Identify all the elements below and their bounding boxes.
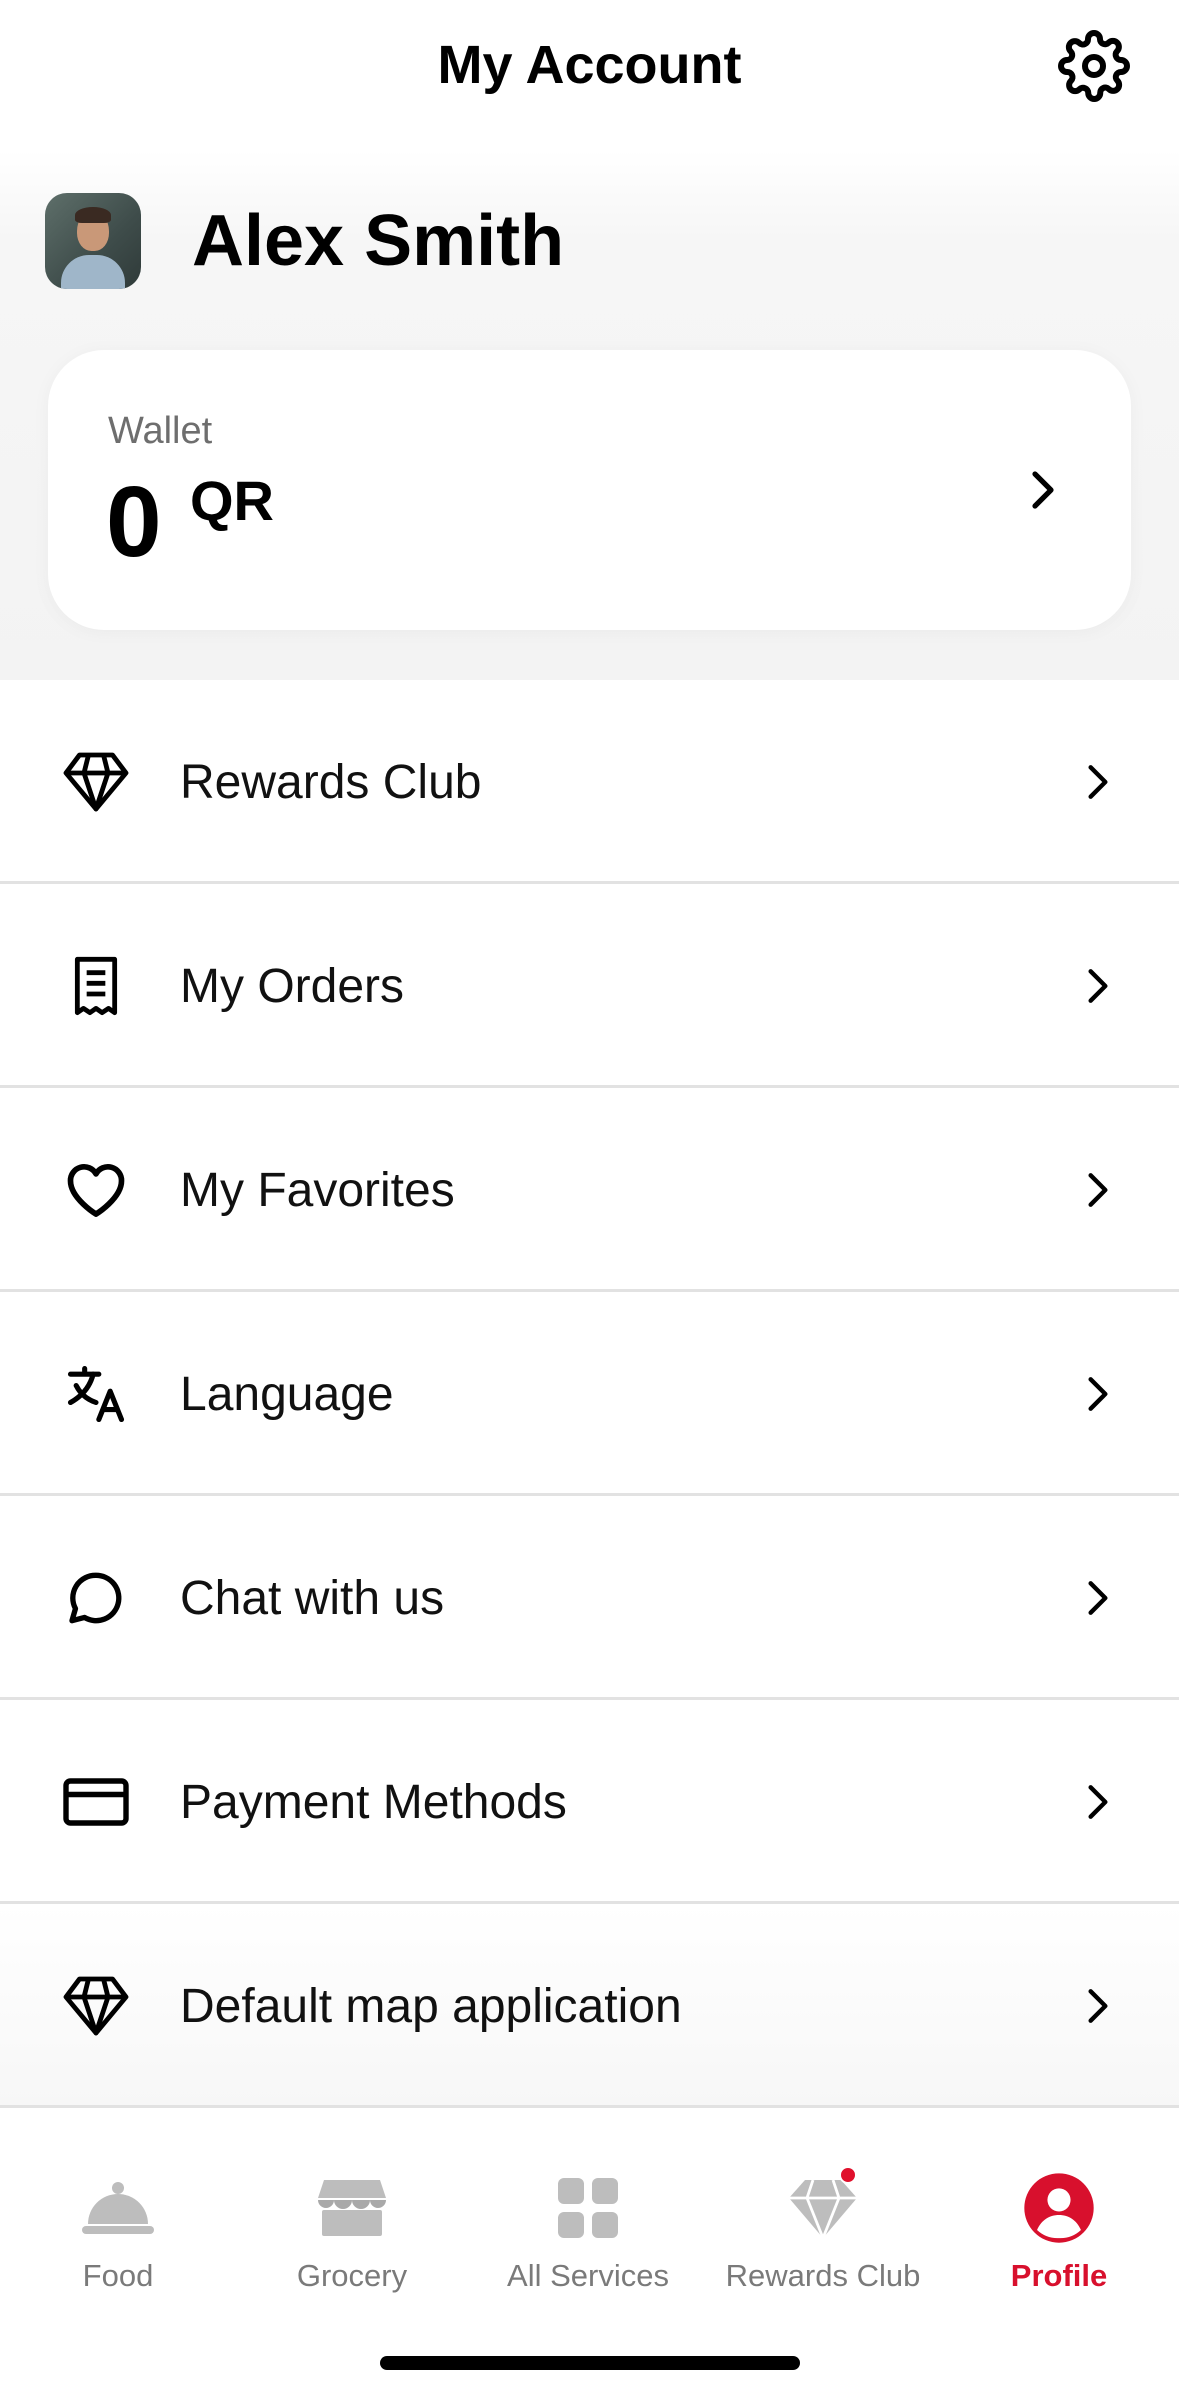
menu-item-my-favorites[interactable]: My Favorites [0, 1088, 1179, 1292]
notification-badge [839, 2166, 857, 2184]
tab-label: Grocery [296, 2258, 408, 2293]
heart-icon [60, 1154, 132, 1226]
credit-card-icon [60, 1766, 132, 1838]
menu-item-label: My Favorites [180, 1164, 455, 1217]
receipt-icon [60, 950, 132, 1022]
menu-item-my-orders[interactable]: My Orders [0, 884, 1179, 1088]
my-account-screen: My Account Alex Smith Wallet 0 QR Reward… [0, 0, 1179, 2397]
user-name: Alex Smith [192, 201, 565, 281]
menu-item-label: Language [180, 1368, 394, 1421]
diamond-icon [60, 746, 132, 818]
profile-section: Alex Smith Wallet 0 QR [0, 150, 1179, 680]
menu-item-label: Default map application [180, 1980, 682, 2033]
avatar[interactable] [45, 193, 141, 289]
diamond-icon [60, 1970, 132, 2042]
tab-profile[interactable]: Profile [941, 2168, 1177, 2298]
tab-rewards-club[interactable]: Rewards Club [705, 2166, 941, 2298]
tab-grocery[interactable]: Grocery [234, 2168, 470, 2298]
store-icon [312, 2168, 392, 2248]
tab-label: Profile [1010, 2258, 1108, 2293]
menu-item-rewards-club[interactable]: Rewards Club [0, 680, 1179, 884]
tab-label: Rewards Club [725, 2258, 921, 2293]
tab-label: All Services [507, 2258, 669, 2293]
diamond-icon [783, 2166, 863, 2248]
gear-icon [1058, 30, 1130, 102]
account-menu: Rewards Club My Orders My Favorites Lang… [0, 680, 1179, 2108]
menu-item-label: My Orders [180, 960, 405, 1013]
chevron-right-icon [1015, 462, 1071, 518]
chevron-right-icon [1070, 1570, 1126, 1626]
menu-item-chat-with-us[interactable]: Chat with us [0, 1496, 1179, 1700]
header: My Account [0, 0, 1179, 150]
menu-item-default-map-application[interactable]: Default map application [0, 1904, 1179, 2108]
tab-food[interactable]: Food [0, 2168, 236, 2298]
cloche-icon [78, 2168, 158, 2248]
menu-item-label: Rewards Club [180, 756, 482, 809]
menu-item-label: Payment Methods [180, 1776, 567, 1829]
wallet-amount: 0 [106, 466, 162, 578]
wallet-card[interactable]: Wallet 0 QR [48, 350, 1131, 630]
chevron-right-icon [1070, 1774, 1126, 1830]
wallet-currency: QR [190, 469, 274, 532]
translate-icon [60, 1358, 132, 1430]
menu-item-language[interactable]: Language [0, 1292, 1179, 1496]
chevron-right-icon [1070, 958, 1126, 1014]
menu-item-payment-methods[interactable]: Payment Methods [0, 1700, 1179, 1904]
user-circle-icon [1019, 2168, 1099, 2248]
tab-all-services[interactable]: All Services [470, 2168, 706, 2298]
chevron-right-icon [1070, 1978, 1126, 2034]
chevron-right-icon [1070, 1162, 1126, 1218]
chevron-right-icon [1070, 1366, 1126, 1422]
tab-label: Food [82, 2258, 154, 2293]
chat-bubble-icon [60, 1562, 132, 1634]
home-indicator[interactable] [380, 2356, 800, 2370]
grid-icon [548, 2168, 628, 2248]
wallet-label: Wallet [108, 410, 213, 452]
settings-button[interactable] [1056, 28, 1132, 104]
chevron-right-icon [1070, 754, 1126, 810]
menu-item-label: Chat with us [180, 1572, 445, 1625]
page-title: My Account [437, 35, 742, 95]
